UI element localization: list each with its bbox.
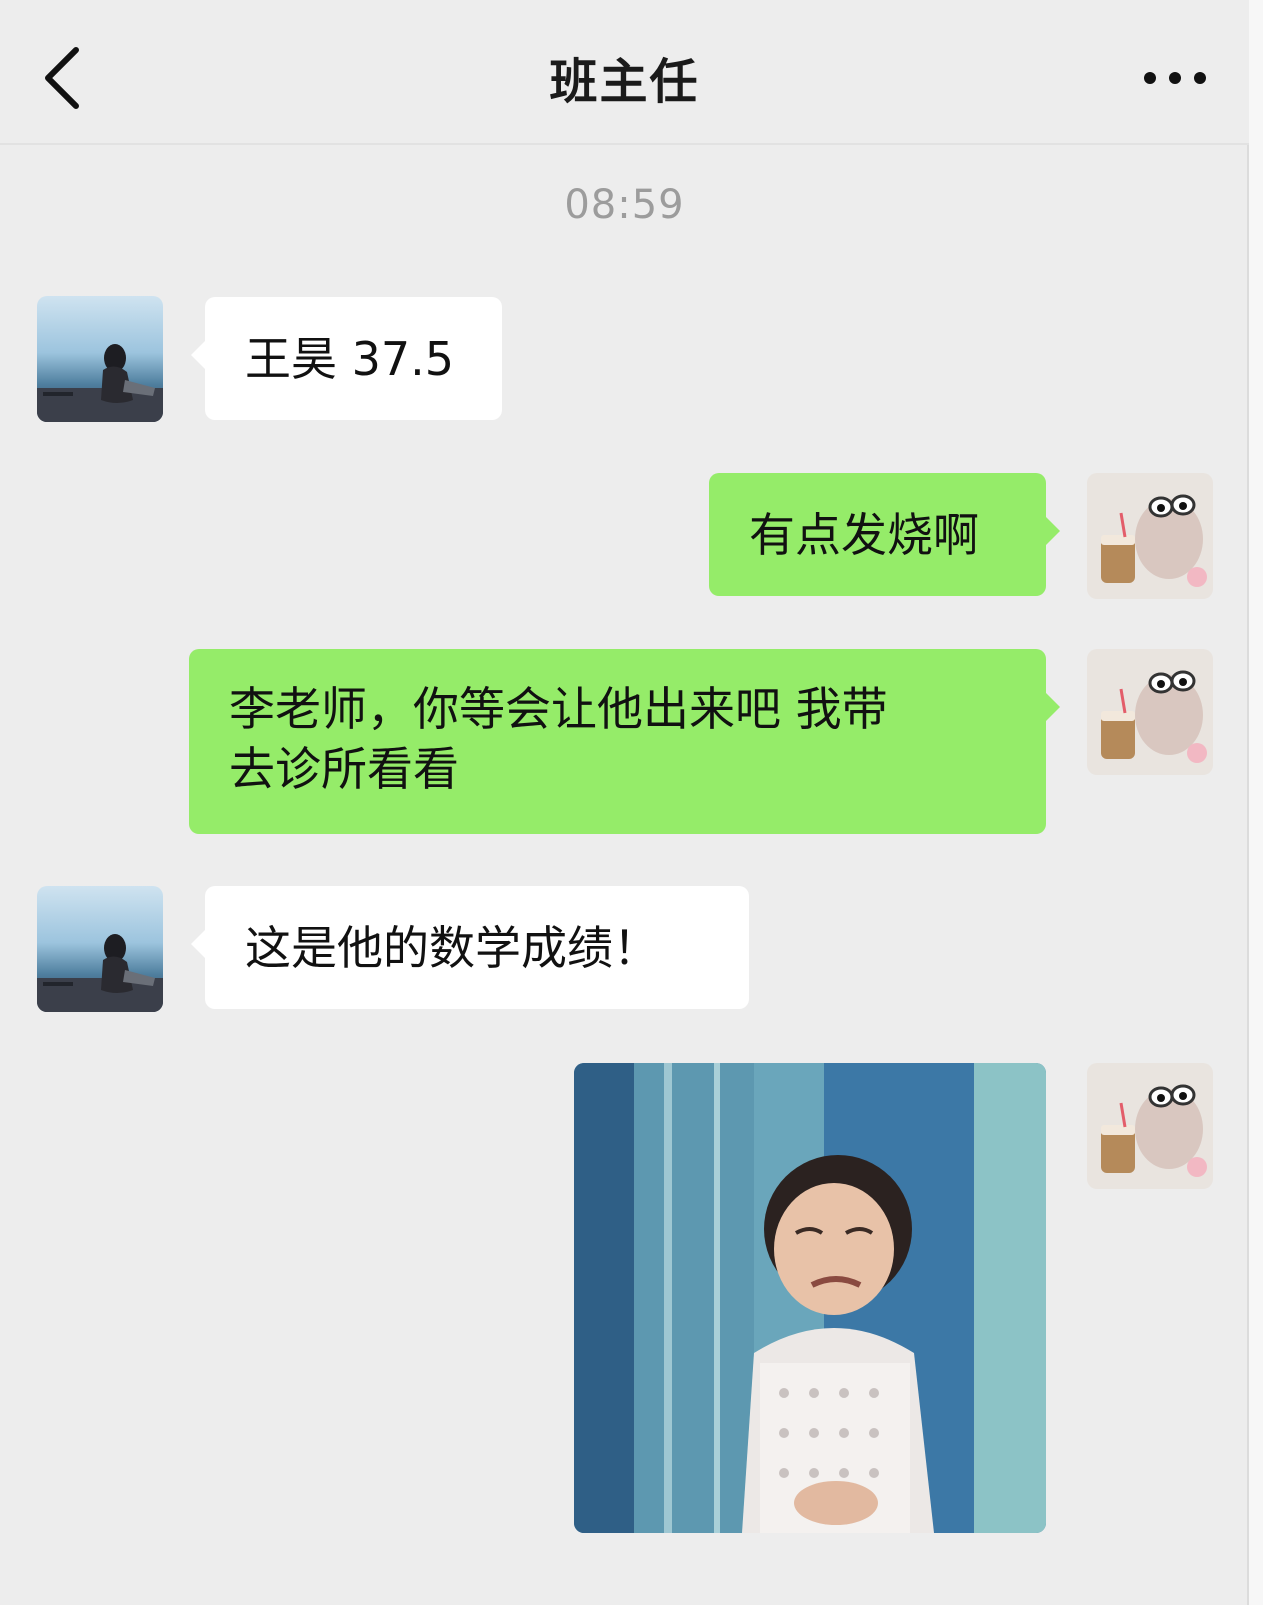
woman-by-sea-avatar[interactable] (37, 886, 163, 1012)
message-bubble-outgoing[interactable]: 有点发烧啊 (709, 473, 1060, 596)
more-button[interactable] (1140, 62, 1210, 94)
woman-by-sea-avatar[interactable] (37, 296, 163, 422)
message-bubble-outgoing[interactable]: 李老师，你等会让他出来吧 我带 去诊所看看 (189, 649, 1060, 834)
toy-with-drink-avatar[interactable] (1087, 1063, 1213, 1189)
message-text-line: 去诊所看看 (229, 742, 459, 796)
toy-with-drink-avatar[interactable] (1087, 649, 1213, 775)
message-bubble-incoming[interactable]: 这是他的数学成绩！ (191, 886, 749, 1009)
crying-child-sticker[interactable] (574, 1063, 1046, 1533)
chat-header: 班主任 (0, 0, 1249, 145)
message-text: 这是他的数学成绩！ (245, 921, 659, 975)
message-text-line: 李老师，你等会让他出来吧 我带 (229, 682, 888, 736)
message-bubble-incoming[interactable]: 王昊 37.5 (191, 297, 502, 420)
more-dots-icon (1144, 72, 1206, 84)
message-timestamp: 08:59 (564, 182, 685, 228)
message-text: 有点发烧啊 (749, 508, 979, 562)
toy-with-drink-avatar[interactable] (1087, 473, 1213, 599)
chat-title: 班主任 (549, 54, 700, 110)
chat-screen: 班主任 08:59 王昊 37.5 有点发烧啊 李老师，你等会让他出来吧 我带 … (0, 0, 1263, 1605)
scroll-edge (1247, 0, 1263, 1605)
message-text: 王昊 37.5 (245, 332, 455, 386)
